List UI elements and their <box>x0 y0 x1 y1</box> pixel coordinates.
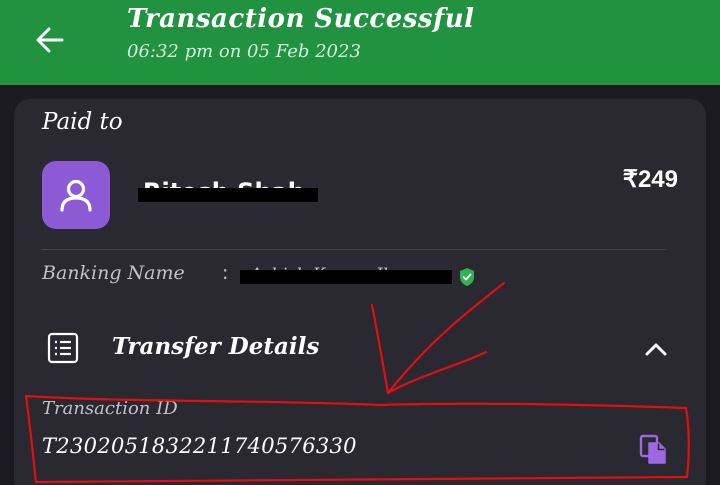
transaction-id-label: Transaction ID <box>42 398 178 419</box>
banking-name-separator: : <box>222 262 229 284</box>
transaction-screen: Transaction Successful 06:32 pm on 05 Fe… <box>0 0 720 485</box>
back-button[interactable] <box>30 22 70 58</box>
transaction-timestamp: 06:32 pm on 05 Feb 2023 <box>127 41 361 62</box>
arrow-left-icon <box>36 27 64 53</box>
transaction-card <box>14 99 706 485</box>
page-title: Transaction Successful <box>127 4 475 34</box>
list-icon <box>47 332 79 364</box>
amount-value: ₹249 <box>622 166 678 193</box>
redaction-bar <box>138 188 318 202</box>
transfer-details-label: Transfer Details <box>112 333 320 360</box>
payee-avatar <box>42 161 110 229</box>
banking-name-label: Banking Name <box>42 262 185 284</box>
transaction-id-value: T2302051832211740576330 <box>42 434 357 458</box>
person-icon <box>60 179 92 212</box>
redaction-bar <box>240 270 452 284</box>
copy-icon[interactable] <box>638 434 668 466</box>
chevron-up-icon <box>645 343 667 356</box>
paid-to-label: Paid to <box>42 109 123 135</box>
transfer-details-toggle[interactable]: Transfer Details <box>14 315 706 385</box>
verified-shield-icon <box>460 268 474 286</box>
app-header: Transaction Successful 06:32 pm on 05 Fe… <box>0 0 720 85</box>
divider <box>42 249 666 250</box>
